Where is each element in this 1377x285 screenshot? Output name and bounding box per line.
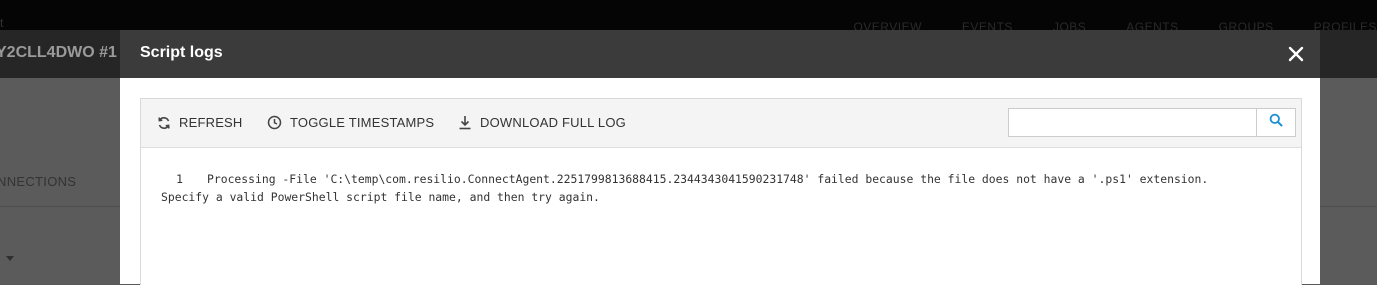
page-title: Y2CLL4DWO #1 (0, 44, 117, 61)
download-full-log-label: DOWNLOAD FULL LOG (480, 115, 626, 130)
clock-icon (267, 115, 282, 130)
search-input[interactable] (1008, 108, 1256, 137)
download-icon (458, 115, 472, 130)
search-icon (1269, 113, 1283, 132)
log-toolbar: REFRESH TOGGLE TIMESTAMPS DOWNLOAD FULL … (141, 99, 1301, 148)
chevron-down-icon[interactable] (6, 256, 14, 261)
nav-corner-text: t (0, 16, 4, 30)
line-number: 1 (176, 172, 183, 186)
modal-title: Script logs (140, 44, 223, 61)
log-panel: REFRESH TOGGLE TIMESTAMPS DOWNLOAD FULL … (140, 98, 1302, 285)
modal-header: Script logs (120, 30, 1320, 78)
tab-connections[interactable]: NNECTIONS (0, 174, 76, 189)
script-logs-modal: Script logs REFRESH TOGGLE TIMESTAMPS DO… (120, 30, 1320, 285)
log-search (1008, 108, 1296, 137)
toggle-timestamps-label: TOGGLE TIMESTAMPS (290, 115, 435, 130)
refresh-button[interactable]: REFRESH (157, 115, 243, 130)
log-line-continuation: Specify a valid PowerShell script file n… (161, 190, 600, 204)
download-full-log-button[interactable]: DOWNLOAD FULL LOG (458, 115, 626, 130)
toggle-timestamps-button[interactable]: TOGGLE TIMESTAMPS (267, 115, 434, 130)
log-line: 1 Processing -File 'C:\temp\com.resilio.… (161, 170, 1301, 188)
search-button[interactable] (1256, 108, 1296, 137)
refresh-icon (157, 116, 171, 130)
log-line-text: Processing -File 'C:\temp\com.resilio.Co… (207, 172, 1209, 186)
close-icon[interactable] (1284, 42, 1308, 66)
log-content: 1 Processing -File 'C:\temp\com.resilio.… (141, 148, 1301, 206)
refresh-label: REFRESH (179, 115, 243, 130)
